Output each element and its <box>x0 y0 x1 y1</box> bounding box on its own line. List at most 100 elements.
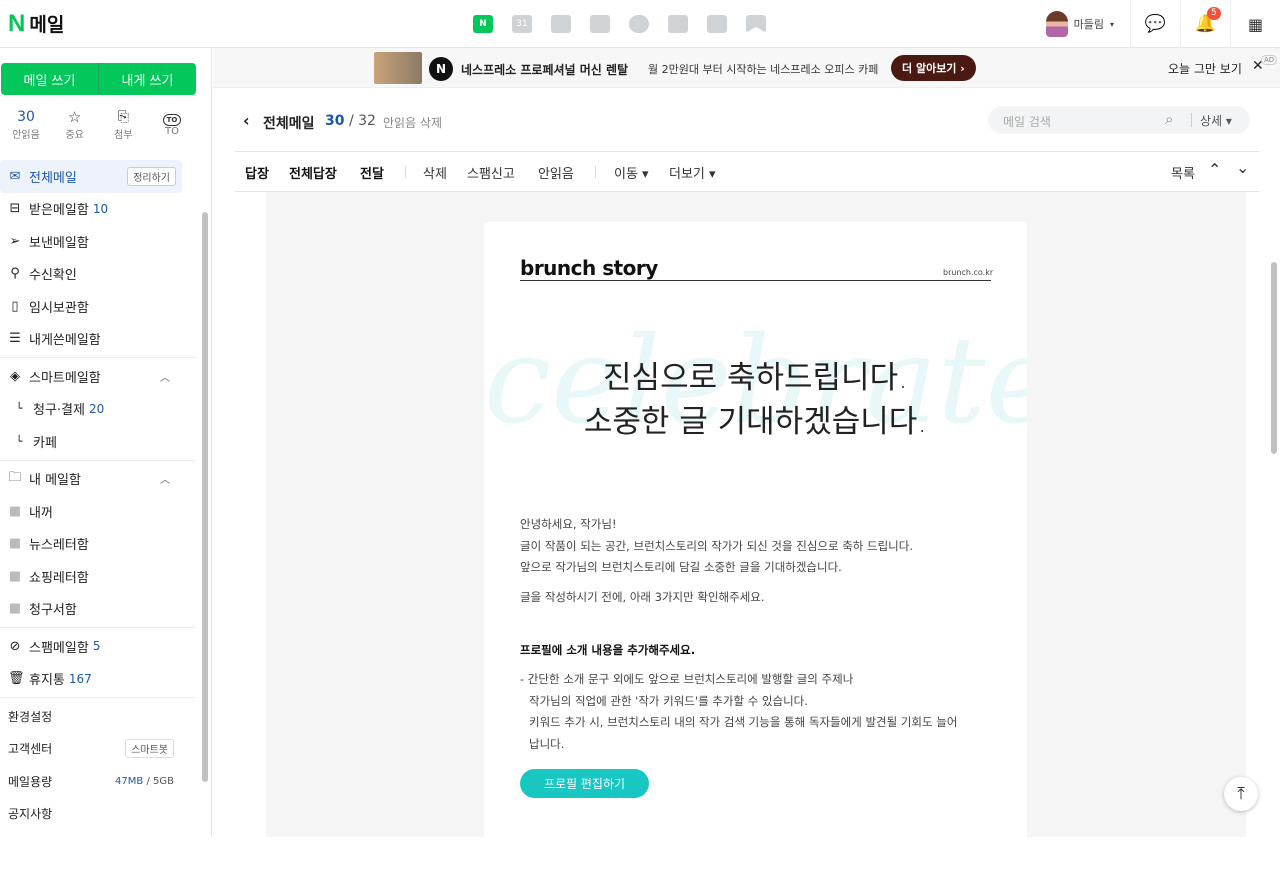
chevron-up-icon[interactable]: ︿ <box>160 471 170 486</box>
important-filter[interactable]: ☆ 중요 <box>53 108 97 141</box>
to-icon: TO <box>162 114 182 126</box>
unread-filter[interactable]: 30 안읽음 <box>4 108 48 141</box>
write-mail-button[interactable]: 메일 쓰기 <box>1 63 99 95</box>
folder-filled-icon: ■ <box>8 568 22 584</box>
sidebar-item-shopping[interactable]: ■ 쇼핑레터함 <box>0 560 200 593</box>
reply-all-button[interactable]: 전체답장 <box>289 163 337 182</box>
mailbox-nav: ✉ 전체메일 정리하기 ⊟ 받은메일함 10 ➢ 보낸메일함 ⚲ 수신확인 ▯ … <box>0 160 200 830</box>
support-link[interactable]: 고객센터 스마트봇 <box>0 733 200 766</box>
sidebar-item-spam[interactable]: ⊘ 스팸메일함 5 <box>0 630 200 663</box>
sidebar-item-label: 카페 <box>33 435 57 451</box>
scroll-to-top-button[interactable]: ⤒ <box>1224 777 1258 811</box>
sidebar-item-trash[interactable]: 🗑 휴지통 167 <box>0 663 200 696</box>
sidebar-item-all-mail[interactable]: ✉ 전체메일 정리하기 <box>0 160 182 193</box>
chevron-up-icon[interactable]: ︿ <box>160 369 170 384</box>
divider <box>405 166 406 178</box>
delete-unread-button[interactable]: 안읽음 삭제 <box>383 114 442 131</box>
sidebar-item-sent[interactable]: ➢ 보낸메일함 <box>0 225 200 258</box>
sidebar-scrollbar[interactable] <box>200 200 210 885</box>
settings-link[interactable]: 환경설정 <box>0 700 200 733</box>
scrollbar-thumb[interactable] <box>202 212 208 782</box>
move-dropdown[interactable]: 이동 ▾ <box>614 163 649 182</box>
support-label: 고객센터 <box>8 742 53 757</box>
mail-search[interactable]: 메일 검색 ⌕ 상세 ▾ <box>988 106 1250 134</box>
sidebar-item-drafts[interactable]: ▯ 임시보관함 <box>0 290 200 323</box>
list-button[interactable]: 목록 <box>1171 163 1195 182</box>
smartbot-button[interactable]: 스마트봇 <box>125 739 174 759</box>
sidebar-item-mine[interactable]: ■ 내꺼 <box>0 495 200 528</box>
edit-profile-button[interactable]: 프로필 편집하기 <box>520 769 649 798</box>
mark-unread-button[interactable]: 안읽음 <box>538 163 574 182</box>
mail-app-icon[interactable]: N <box>470 12 496 36</box>
main-panel: N 네스프레소 프로페셔널 머신 렌탈 월 2만원대 부터 시작하는 네스프레소… <box>213 48 1280 837</box>
trash-icon: 🗑 <box>8 671 25 687</box>
scrollbar-thumb[interactable] <box>1271 262 1277 454</box>
storage-label: 메일용량 <box>8 774 53 789</box>
notice-link[interactable]: 공지사항 <box>0 798 200 831</box>
user-menu[interactable]: 마들림 ▾ <box>1045 11 1130 37</box>
reply-button[interactable]: 답장 <box>245 163 269 182</box>
sub-branch-icon: └ <box>15 434 23 448</box>
spam-report-button[interactable]: 스팸신고 <box>467 163 515 182</box>
mail-title: 메일 <box>29 14 65 36</box>
talk-button[interactable]: 💬 <box>1130 0 1180 48</box>
mail-toolbar: 답장 전체답장 전달 삭제 스팸신고 안읽음 이동 ▾ 더보기 ▾ 목록 ⌃ ⌄ <box>245 158 1265 184</box>
mailbox-title: 전체메일 <box>263 116 315 132</box>
forward-button[interactable]: 전달 <box>360 163 384 182</box>
mybox-app-icon[interactable] <box>626 12 652 36</box>
sidebar-item-label: 청구·결제 <box>33 403 85 419</box>
more-dropdown[interactable]: 더보기 ▾ <box>669 163 716 182</box>
notification-button[interactable]: 🔔 5 <box>1180 0 1230 48</box>
paragraph: 앞으로 작가님의 브런치스토리에 담길 소중한 글을 기대하겠습니다. <box>520 560 842 574</box>
sidebar-item-billing[interactable]: └ 청구·결제 20 <box>0 393 200 426</box>
sidebar-item-label: 스팸메일함 <box>29 640 89 656</box>
next-mail-icon[interactable]: ⌄ <box>1236 158 1249 177</box>
sidebar-item-cafe[interactable]: └ 카페 <box>0 425 200 458</box>
quick-filters: 30 안읽음 ☆ 중요 ⎘ 첨부 TO TO <box>4 108 194 141</box>
memo-app-icon[interactable] <box>548 12 574 36</box>
storage-sep: / <box>146 775 150 787</box>
main-scrollbar[interactable] <box>1268 200 1280 837</box>
ad-cta-button[interactable]: 더 알아보기 › <box>891 55 976 81</box>
back-arrow-icon[interactable]: ‹ <box>243 111 250 130</box>
organize-button[interactable]: 정리하기 <box>127 167 176 186</box>
sidebar-item-newsletter[interactable]: ■ 뉴스레터함 <box>0 528 200 561</box>
important-label: 중요 <box>65 130 84 141</box>
spam-icon: ⊘ <box>9 638 21 654</box>
bookmark-app-icon[interactable] <box>743 12 769 36</box>
storage-usage: 47MB / 5GB <box>115 776 174 787</box>
paperclip-icon: ⎘ <box>117 109 129 125</box>
sidebar: 메일 쓰기 내게 쓰기 30 안읽음 ☆ 중요 ⎘ 첨부 TO TO ✉ 전체메… <box>0 48 212 837</box>
sidebar-item-read-receipt[interactable]: ⚲ 수신확인 <box>0 258 200 291</box>
top-right-actions: 마들림 ▾ 💬 🔔 5 ▦ <box>1045 0 1280 48</box>
sidebar-item-self-mail[interactable]: ☰ 내게쓴메일함 <box>0 323 200 356</box>
calendar-app-icon[interactable]: 31 <box>509 12 535 36</box>
email-intro: 안녕하세요, 작가님! 글이 작품이 되는 공간, 브런치스토리의 작가가 되신… <box>520 514 991 608</box>
attachment-filter[interactable]: ⎘ 첨부 <box>101 108 145 141</box>
sidebar-item-my-mailbox[interactable]: 🗀 내 메일함 ︿ <box>0 463 200 496</box>
search-input[interactable]: 메일 검색 <box>1003 113 1051 130</box>
ad-banner[interactable]: N 네스프레소 프로페셔널 머신 렌탈 월 2만원대 부터 시작하는 네스프레소… <box>213 48 1280 88</box>
naver-mail-logo[interactable]: N 메일 <box>8 10 64 37</box>
sidebar-item-smart-mailbox[interactable]: ◈ 스마트메일함 ︿ <box>0 360 200 393</box>
sidebar-item-inbox[interactable]: ⊟ 받은메일함 10 <box>0 193 200 226</box>
to-filter[interactable]: TO TO <box>150 108 194 141</box>
write-to-self-button[interactable]: 내게 쓰기 <box>99 63 196 95</box>
sidebar-item-label: 내꺼 <box>29 505 53 521</box>
all-services-button[interactable]: ▦ <box>1230 0 1280 48</box>
hide-today-button[interactable]: 오늘 그만 보기 <box>1168 60 1242 77</box>
ad-description: 월 2만원대 부터 시작하는 네스프레소 오피스 카페 <box>648 63 879 76</box>
spam-count: 5 <box>92 639 101 654</box>
headline: 진심으로 축하드립니다. 소중한 글 기대하겠습니다. <box>484 356 1027 444</box>
sidebar-item-label: 휴지통 <box>29 673 65 689</box>
brunch-url[interactable]: brunch.co.kr <box>943 268 993 277</box>
pay-app-icon[interactable] <box>704 12 730 36</box>
total-mail-count: 32 <box>358 113 376 129</box>
sidebar-item-bills[interactable]: ■ 청구서함 <box>0 593 200 626</box>
delete-button[interactable]: 삭제 <box>423 163 447 182</box>
previous-mail-icon[interactable]: ⌃ <box>1208 160 1221 179</box>
search-icon[interactable]: ⌕ <box>1165 110 1173 128</box>
todo-app-icon[interactable] <box>665 12 691 36</box>
detail-search-button[interactable]: 상세 ▾ <box>1200 112 1232 129</box>
contacts-app-icon[interactable] <box>587 12 613 36</box>
